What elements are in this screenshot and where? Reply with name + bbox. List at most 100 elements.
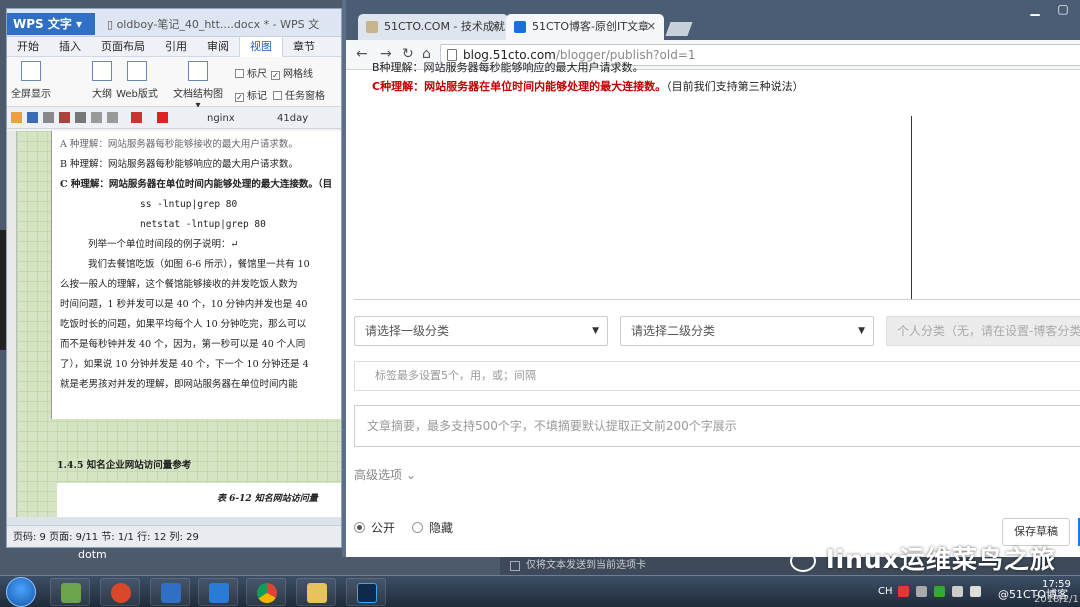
- editor-divider: [911, 116, 912, 300]
- wps-window: WPS 文字 ▾ ▯ oldboy-笔记_40_htt....docx * - …: [6, 8, 342, 548]
- preview-icon[interactable]: [75, 112, 86, 123]
- checkbox-checked-icon: ✓: [271, 71, 280, 80]
- menu-view[interactable]: 视图: [239, 36, 283, 57]
- document-page[interactable]: A 种理解：网站服务器每秒能够接收的最大用户请求数。 B 种理解：网站服务器每秒…: [51, 131, 341, 419]
- doc-tab-nginx[interactable]: nginx: [191, 110, 235, 127]
- menu-chapter[interactable]: 章节: [283, 37, 325, 57]
- doc-tab-41day[interactable]: 41day: [261, 110, 308, 127]
- doc-map-button[interactable]: 文档结构图 ▾: [171, 61, 225, 111]
- new-tab-button[interactable]: [665, 22, 693, 36]
- ime-indicator[interactable]: CH: [878, 586, 893, 597]
- minimize-icon[interactable]: ▁: [1022, 0, 1048, 20]
- hidden-radio[interactable]: 隐藏: [412, 519, 453, 536]
- personal-category-select: 个人分类（无，请在设置-博客分类: [886, 316, 1080, 346]
- fullscreen-button[interactable]: 全屏显示: [11, 61, 51, 100]
- category2-value: 请选择二级分类: [631, 324, 716, 338]
- taskbar-app-red[interactable]: [100, 578, 140, 606]
- wps-document-area[interactable]: A 种理解：网站服务器每秒能够接收的最大用户请求数。 B 种理解：网站服务器每秒…: [7, 131, 341, 525]
- taskbar-photoshop[interactable]: [346, 578, 386, 606]
- checkbox-empty-icon: [273, 91, 282, 100]
- wps-icon: [161, 583, 181, 603]
- public-radio[interactable]: 公开: [354, 519, 395, 536]
- maximize-icon[interactable]: ▢: [1050, 0, 1076, 20]
- web-view-label: Web版式: [116, 89, 158, 100]
- doc-code-line: netstat -lntup|grep 80: [140, 219, 266, 230]
- taskbar-wps[interactable]: [150, 578, 190, 606]
- taskbar-explorer[interactable]: [296, 578, 336, 606]
- fullscreen-label: 全屏显示: [11, 89, 51, 100]
- doc-line: 列举一个单位时间段的例子说明：↵: [88, 239, 239, 250]
- menu-home[interactable]: 开始: [7, 37, 49, 57]
- doc-line: C 种理解：网站服务器在单位时间内能够处理的最大连接数。（目: [60, 179, 333, 190]
- taskbar-notepad[interactable]: [50, 578, 90, 606]
- close-tab-icon[interactable]: ✕: [491, 14, 500, 40]
- doc-line: 么按一般人的理解，这个餐馆能够接收的并发吃饭人数为: [60, 279, 298, 290]
- save-icon[interactable]: [27, 112, 38, 123]
- pdf-icon[interactable]: [59, 112, 70, 123]
- editor-line-c-rest: （目前我们支持第三种说法）: [666, 80, 804, 93]
- horizontal-scrollbar[interactable]: [7, 517, 341, 525]
- wps-doc-icon[interactable]: [157, 112, 168, 123]
- undo-icon[interactable]: [91, 112, 102, 123]
- marks-checkbox[interactable]: ✓ 标记: [235, 87, 267, 102]
- wps-menubar: 开始 插入 页面布局 引用 审阅 视图 章节: [7, 36, 341, 57]
- tab-favicon-icon: [514, 21, 526, 33]
- ruler-checkbox[interactable]: 标尺: [235, 65, 267, 80]
- tab-favicon-icon: [366, 21, 378, 33]
- taskbar-virtualbox[interactable]: [198, 578, 238, 606]
- doc-map-icon: [188, 61, 208, 81]
- tab-51cto-com[interactable]: 51CTO.COM - 技术成就 ✕: [358, 14, 508, 40]
- wps-quick-toolbar: nginx 41day: [7, 107, 341, 129]
- taskbar-chrome[interactable]: [246, 578, 286, 606]
- tab-label: 51CTO.COM - 技术成就: [384, 20, 505, 33]
- marks-label: 标记: [247, 91, 267, 102]
- desktop-file-label[interactable]: dotm: [78, 548, 107, 561]
- open-icon[interactable]: [11, 112, 22, 123]
- web-view-icon: [127, 61, 147, 81]
- sogou-icon[interactable]: [898, 586, 909, 597]
- volume-icon[interactable]: [970, 586, 981, 597]
- outline-view-button[interactable]: 大纲: [85, 61, 119, 100]
- wps-ribbon: 全屏显示 页面 大纲 Web版式 文档结构图 ▾ 标尺 ✓网格线 ✓标记 任务窗…: [7, 57, 341, 403]
- tags-placeholder: 标签最多设置5个，用，或；间隔: [375, 369, 536, 382]
- tags-input[interactable]: 标签最多设置5个，用，或；间隔: [354, 361, 1080, 391]
- wps-app-menu[interactable]: WPS 文字 ▾: [7, 13, 95, 35]
- fullscreen-icon: [21, 61, 41, 81]
- network-icon[interactable]: [952, 586, 963, 597]
- menu-insert[interactable]: 插入: [49, 37, 91, 57]
- doc-icon: ▯: [107, 18, 117, 31]
- radio-empty-icon: [412, 522, 423, 533]
- category1-select[interactable]: 请选择一级分类 ▼: [354, 316, 608, 346]
- menu-review[interactable]: 审阅: [197, 37, 239, 57]
- browser-tabstrip: 51CTO.COM - 技术成就 ✕ 51CTO博客-原创IT文章 ✕ ▁ ▢: [346, 0, 1080, 40]
- advanced-options-toggle[interactable]: 高级选项 ⌄: [354, 466, 416, 483]
- print-icon[interactable]: [43, 112, 54, 123]
- outline-view-icon: [92, 61, 112, 81]
- article-editor[interactable]: B种理解：网站服务器每秒能够响应的最大用户请求数。 C种理解：网站服务器在单位时…: [354, 58, 1080, 300]
- tab-51cto-blog[interactable]: 51CTO博客-原创IT文章 ✕: [506, 14, 664, 40]
- doc-tab-nginx-label: nginx: [207, 113, 235, 124]
- doc-line: 吃饭时长的问题，如果平均每个人 10 分钟吃完，那么可以: [60, 319, 307, 330]
- category1-value: 请选择一级分类: [365, 324, 450, 338]
- menu-layout[interactable]: 页面布局: [91, 37, 155, 57]
- web-view-button[interactable]: Web版式: [115, 61, 159, 100]
- doc-line: 时间问题，1 秒并发可以是 40 个，10 分钟内并发也是 40: [60, 299, 308, 310]
- pin-icon[interactable]: [131, 112, 142, 123]
- task-pane-checkbox[interactable]: 任务窗格: [273, 87, 325, 102]
- taskbar: CH 17:59 2018/2/1 @51CTO博客: [0, 575, 1080, 607]
- document-page-next[interactable]: 1.4.5 知名企业网站访问量参考 表 6-12 知名网站访问量: [51, 435, 341, 525]
- tray-icon[interactable]: [916, 586, 927, 597]
- wechat-tray-icon[interactable]: [934, 586, 945, 597]
- gridlines-checkbox[interactable]: ✓ 网格线: [271, 65, 313, 80]
- redo-icon[interactable]: [107, 112, 118, 123]
- doc-code-line: ss -lntup|grep 80: [140, 199, 238, 210]
- category2-select[interactable]: 请选择二级分类 ▼: [620, 316, 874, 346]
- start-button[interactable]: [6, 577, 36, 607]
- outline-view-label: 大纲: [92, 89, 112, 100]
- editor-line-c-bold: C种理解：网站服务器在单位时间内能够处理的最大连接数。: [372, 80, 667, 93]
- app-red-icon: [111, 583, 131, 603]
- checkbox-empty-icon: [235, 69, 244, 78]
- menu-references[interactable]: 引用: [155, 37, 197, 57]
- close-tab-icon[interactable]: ✕: [647, 14, 656, 40]
- abstract-textarea[interactable]: 文章摘要，最多支持500个字，不填摘要默认提取正文前200个字展示: [354, 405, 1080, 447]
